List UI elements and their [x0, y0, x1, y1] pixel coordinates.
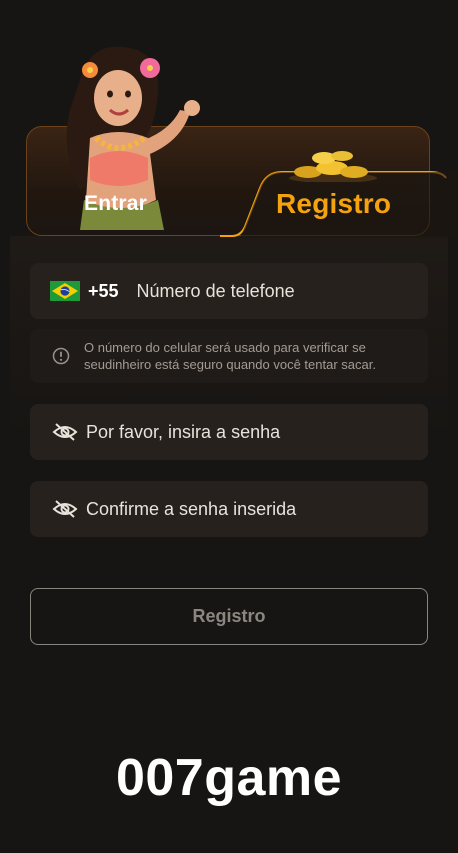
- eye-off-icon[interactable]: [52, 498, 78, 520]
- password-input-placeholder[interactable]: Por favor, insira a senha: [86, 422, 280, 443]
- phone-field[interactable]: +55 Número de telefone: [30, 263, 428, 319]
- phone-input-placeholder[interactable]: Número de telefone: [137, 281, 295, 302]
- country-code[interactable]: +55: [88, 281, 119, 302]
- hint-text: O número do celular será usado para veri…: [84, 340, 376, 372]
- register-page: Entrar Registro +55 Número de telefone O…: [0, 0, 458, 853]
- eye-off-icon[interactable]: [52, 421, 78, 443]
- register-button[interactable]: Registro: [30, 588, 428, 645]
- phone-hint: O número do celular será usado para veri…: [30, 329, 428, 383]
- gold-coins-icon: [289, 151, 377, 182]
- brand-logo-text: 007game: [115, 749, 343, 807]
- tab-register[interactable]: Registro: [276, 188, 391, 220]
- confirm-password-input-placeholder[interactable]: Confirme a senha inserida: [86, 499, 296, 520]
- confirm-password-field[interactable]: Confirme a senha inserida: [30, 481, 428, 537]
- brazil-flag-icon: [50, 281, 80, 301]
- tab-login[interactable]: Entrar: [84, 192, 147, 216]
- info-icon: [52, 347, 70, 365]
- password-field[interactable]: Por favor, insira a senha: [30, 404, 428, 460]
